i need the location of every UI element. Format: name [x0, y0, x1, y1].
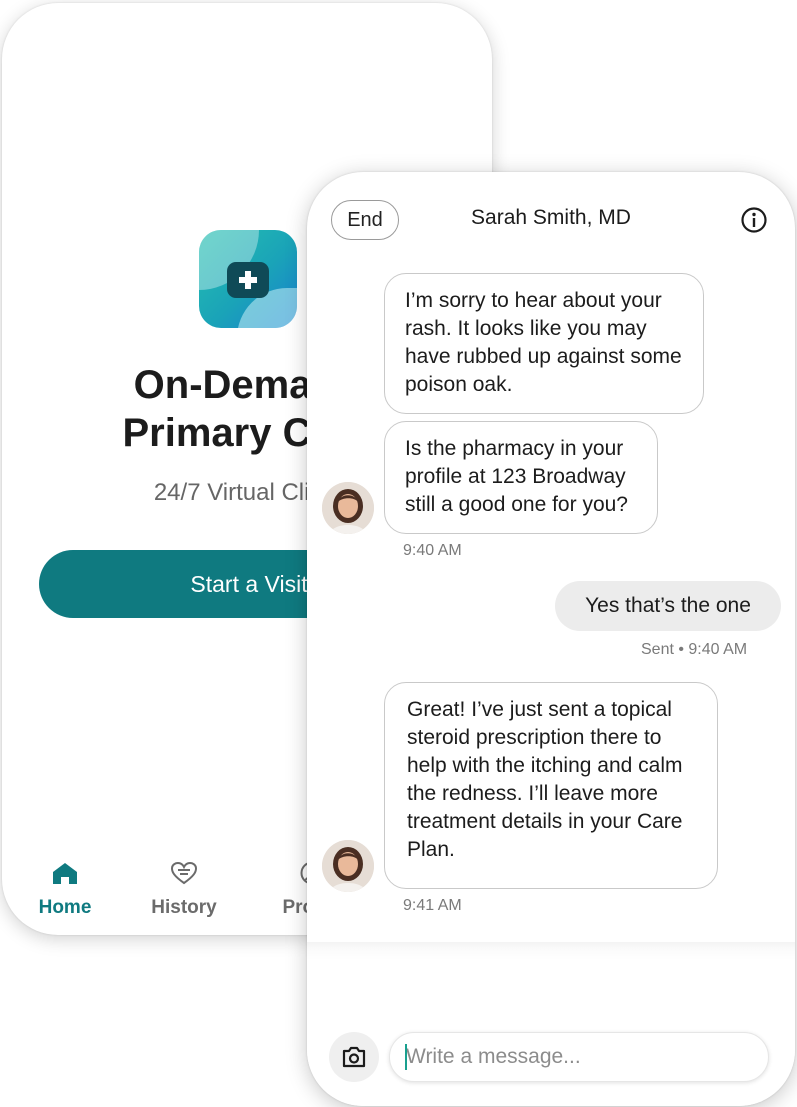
message-bubble: Is the pharmacy in your profile at 123 B…: [384, 421, 658, 534]
tab-home-label: Home: [38, 897, 92, 918]
camera-icon: [342, 1046, 366, 1068]
message-input[interactable]: [389, 1032, 769, 1082]
chat-screen: End Sarah Smith, MD I’m sorry to hear ab…: [307, 172, 795, 1106]
chat-title: Sarah Smith, MD: [471, 206, 631, 229]
message-timestamp: 9:40 AM: [403, 542, 462, 559]
message-bubble-sent: Yes that’s the one: [555, 581, 781, 631]
plus-icon: [227, 262, 269, 298]
doctor-avatar: [322, 840, 374, 892]
text-cursor: [405, 1044, 407, 1070]
doctor-avatar: [322, 482, 374, 534]
message-bubble: I’m sorry to hear about your rash. It lo…: [384, 273, 704, 414]
tab-home[interactable]: Home: [35, 861, 95, 919]
info-icon[interactable]: [740, 206, 768, 234]
heart-icon: [170, 861, 198, 885]
app-logo: [199, 230, 297, 328]
house-icon: [53, 863, 77, 884]
sent-status: Sent • 9:40 AM: [641, 641, 748, 658]
camera-button[interactable]: [329, 1032, 379, 1082]
message-timestamp: 9:41 AM: [403, 897, 462, 914]
message-bubble: Great! I’ve just sent a topical steroid …: [384, 682, 718, 889]
tab-history-label: History: [151, 897, 217, 918]
tab-history[interactable]: History: [148, 861, 220, 919]
